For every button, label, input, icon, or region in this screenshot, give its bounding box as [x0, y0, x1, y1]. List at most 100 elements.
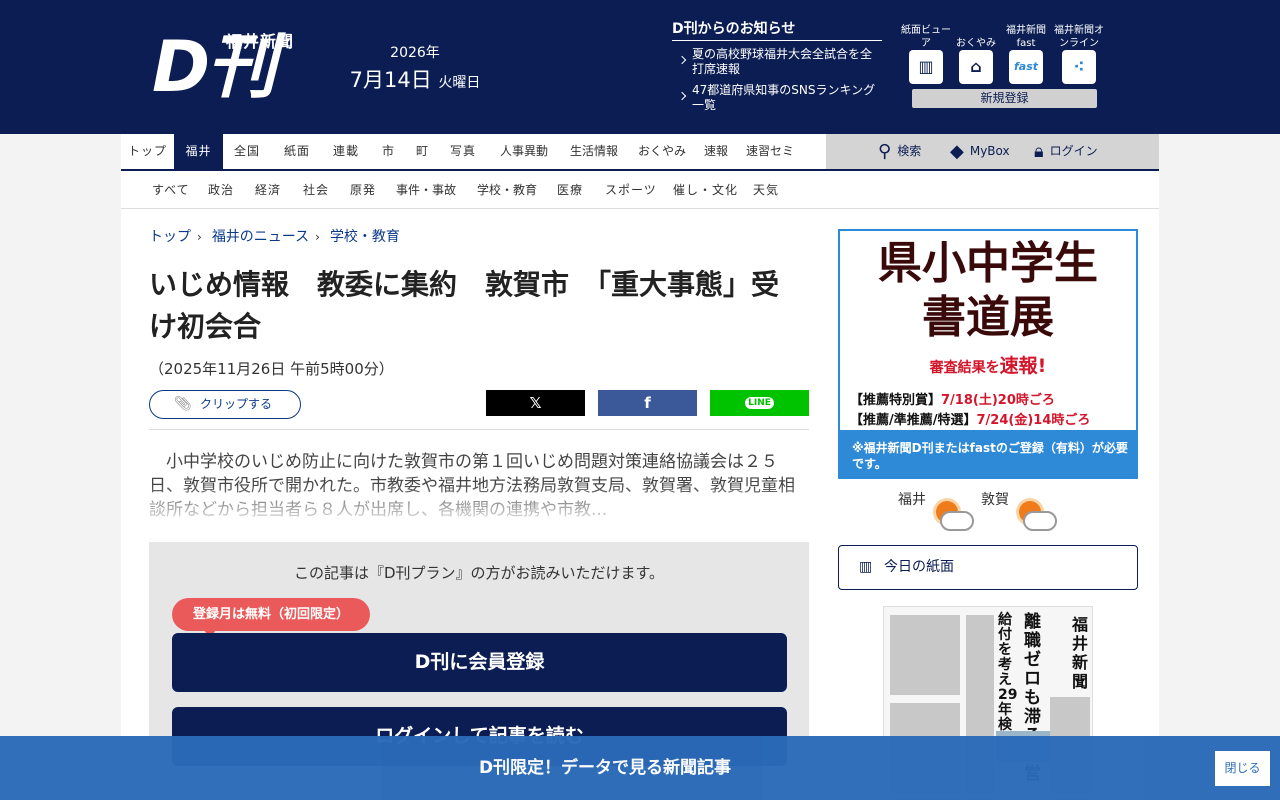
- breadcrumb-item[interactable]: 学校・教育: [330, 229, 400, 245]
- nav-item-personnel[interactable]: 人事異動: [500, 134, 548, 169]
- free-month-badge: 登録月は無料（初回限定）: [172, 598, 370, 638]
- fast-label: 福井新聞fast: [1006, 25, 1046, 49]
- close-banner-button[interactable]: 閉じる: [1215, 751, 1270, 786]
- sub-nav: すべて 政治 経済 社会 原発 事件・事故 学校・教育 医療 スポーツ 催し・文…: [121, 171, 1159, 209]
- subnav-culture[interactable]: 催し・文化: [673, 171, 738, 209]
- header-date: 2026年 7月14日 火曜日: [340, 42, 490, 94]
- subnav-sports[interactable]: スポーツ: [605, 171, 657, 209]
- subnav-weather[interactable]: 天気: [753, 171, 779, 209]
- x-icon: 𝕏: [529, 394, 542, 412]
- promo-banner[interactable]: D刊限定！データで見る新聞記事 閉じる: [0, 736, 1280, 800]
- clip-button[interactable]: 📎︎ クリップする: [149, 390, 301, 419]
- share-line-button[interactable]: LINE: [710, 390, 809, 416]
- share-x-button[interactable]: 𝕏: [486, 390, 585, 416]
- subnav-politics[interactable]: 政治: [208, 171, 234, 209]
- chevron-right-icon: ›: [315, 230, 320, 244]
- nav-item-obituary[interactable]: おくやみ: [638, 134, 686, 169]
- subnav-all[interactable]: すべて: [152, 171, 190, 209]
- date-md: 7月14日: [349, 68, 432, 92]
- breadcrumb: トップ › 福井のニュース › 学校・教育: [149, 226, 406, 246]
- thumb-masthead: 福井新聞: [1072, 615, 1089, 691]
- paper-viewer-link[interactable]: 紙面ビューア ▥: [899, 22, 953, 84]
- nav-utility: ⚲ 検索 ◆ MyBox 🔒︎ ログイン: [826, 134, 1159, 169]
- subnav-medical[interactable]: 医療: [557, 171, 583, 209]
- search-link[interactable]: ⚲ 検索: [878, 134, 921, 169]
- ad-schedule-line: 【推薦/準推薦/特選】7/24(金)14時ごろ: [850, 409, 1090, 428]
- fast-icon: fast: [1009, 50, 1043, 84]
- nav-item-top[interactable]: トップ: [121, 134, 174, 169]
- divider: [149, 429, 809, 430]
- main-nav: トップ 福井 全国 紙面 連載 市 町 写真 人事異動 生活情報 おくやみ 速報…: [121, 134, 1159, 171]
- notice-item[interactable]: 47都道府県知事のSNSランキング一覧: [672, 83, 882, 113]
- weather-fukui[interactable]: 福井: [898, 489, 974, 531]
- box-icon: ◆: [950, 140, 964, 162]
- ad-line1-value: 7/18(土)20時ごろ: [941, 393, 1055, 408]
- article-date: （2025年11月26日 午前5時00分）: [149, 360, 394, 378]
- sunny-cloudy-icon: [1019, 501, 1059, 531]
- paper-viewer-label: 紙面ビューア: [901, 25, 951, 49]
- date-month-day: 7月14日 火曜日: [340, 64, 490, 94]
- ad-line2-label: 【推薦/準推薦/特選】: [850, 413, 977, 428]
- online-label: 福井新聞オンライン: [1054, 25, 1104, 49]
- subnav-economy[interactable]: 経済: [255, 171, 281, 209]
- ad-subtitle: 審査結果を速報!: [840, 351, 1136, 378]
- article-title: いじめ情報 教委に集約 敦賀市 「重大事態」受け初会合: [149, 268, 780, 343]
- todays-paper-button[interactable]: ▥ 今日の紙面: [838, 545, 1138, 590]
- date-weekday: 火曜日: [438, 75, 481, 91]
- newspaper-icon: ▥: [859, 559, 873, 575]
- calligraphy-ad-banner[interactable]: 県小中学生 書道展 審査結果を速報! 【推薦特別賞】7/18(土)20時ごろ 【推…: [838, 229, 1138, 479]
- subnav-education[interactable]: 学校・教育: [477, 171, 537, 209]
- facebook-icon: f: [644, 394, 651, 412]
- paperclip-icon: 📎︎: [174, 396, 192, 412]
- ad-line1-label: 【推薦特別賞】: [850, 393, 942, 408]
- weather-city: 敦賀: [981, 492, 1009, 508]
- ad-schedule-line: 【推薦特別賞】7/18(土)20時ごろ: [850, 389, 1055, 408]
- new-register-button[interactable]: 新規登録: [912, 89, 1097, 108]
- weather-city: 福井: [898, 492, 926, 508]
- nav-item-seminar[interactable]: 速習セミ: [746, 134, 794, 169]
- fast-link[interactable]: 福井新聞fast fast: [999, 22, 1053, 84]
- subnav-incidents[interactable]: 事件・事故: [396, 171, 456, 209]
- nav-item-paper[interactable]: 紙面: [284, 134, 310, 169]
- sunny-cloudy-icon: [936, 501, 976, 531]
- nav-item-life[interactable]: 生活情報: [570, 134, 618, 169]
- login-link[interactable]: 🔒︎ ログイン: [1034, 134, 1098, 169]
- site-logo[interactable]: D刊 福井新聞: [150, 24, 300, 110]
- ad-title: 県小中学生 書道展: [840, 237, 1136, 345]
- subnav-society[interactable]: 社会: [303, 171, 329, 209]
- obituary-icon: ⌂: [959, 50, 993, 84]
- thumb-block: [890, 615, 960, 695]
- nav-item-town[interactable]: 町: [416, 134, 429, 169]
- lead-fade-overlay: [149, 484, 809, 528]
- mybox-link[interactable]: ◆ MyBox: [950, 134, 1010, 169]
- online-link[interactable]: 福井新聞オンライン ⁖: [1052, 22, 1106, 84]
- ad-sub-emph: 速報!: [999, 355, 1047, 377]
- logo-subtitle: 福井新聞: [226, 32, 295, 51]
- nav-item-series[interactable]: 連載: [333, 134, 359, 169]
- main-container: トップ 福井 全国 紙面 連載 市 町 写真 人事異動 生活情報 おくやみ 速報…: [121, 134, 1159, 800]
- todays-paper-label: 今日の紙面: [884, 559, 954, 575]
- ad-title-line1: 県小中学生: [878, 238, 1098, 289]
- breadcrumb-item[interactable]: トップ: [149, 229, 191, 245]
- search-icon: ⚲: [878, 140, 892, 162]
- nav-item-photo[interactable]: 写真: [450, 134, 476, 169]
- notice-item[interactable]: 夏の高校野球福井大会全試合を全打席速報: [672, 47, 882, 77]
- breadcrumb-item[interactable]: 福井のニュース: [212, 229, 309, 245]
- ad-title-line2: 書道展: [922, 292, 1054, 343]
- obituary-link[interactable]: おくやみ ⌂: [949, 22, 1003, 84]
- nav-item-national[interactable]: 全国: [234, 134, 260, 169]
- notice-box: D刊からのお知らせ 夏の高校野球福井大会全試合を全打席速報 47都道府県知事のS…: [672, 18, 882, 113]
- register-button[interactable]: D刊に会員登録: [172, 633, 787, 692]
- newspaper-viewer-icon: ▥: [909, 50, 943, 84]
- notice-title: D刊からのお知らせ: [672, 18, 882, 41]
- weather-tsuruga[interactable]: 敦賀: [981, 489, 1057, 531]
- subnav-nuclear[interactable]: 原発: [350, 171, 376, 209]
- nav-item-fukui[interactable]: 福井: [174, 134, 223, 169]
- nav-item-city[interactable]: 市: [382, 134, 395, 169]
- share-facebook-button[interactable]: f: [598, 390, 697, 416]
- nav-item-breaking[interactable]: 速報: [704, 134, 728, 169]
- lock-icon: 🔒︎: [1034, 140, 1044, 162]
- mybox-label: MyBox: [969, 144, 1010, 158]
- obituary-label: おくやみ: [956, 38, 996, 49]
- paywall-message: この記事は『D刊プラン』の方がお読みいただけます。: [293, 564, 665, 582]
